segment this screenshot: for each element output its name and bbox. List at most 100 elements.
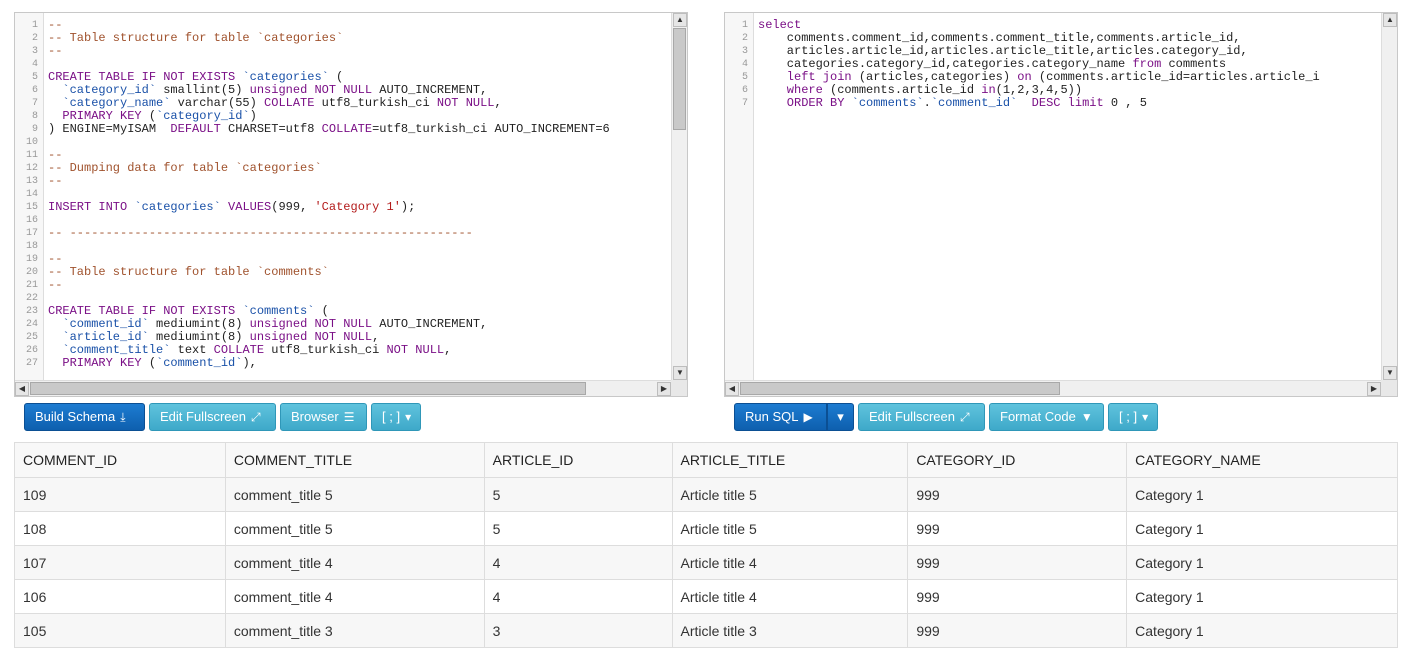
code-token: unsigned NOT NULL	[249, 83, 373, 97]
line-number: 5	[741, 72, 748, 83]
code-line[interactable]: 12 -- Dumping data for table `categories`	[15, 162, 671, 175]
line-number: 18	[25, 241, 38, 252]
scrollbar-thumb[interactable]	[30, 382, 586, 395]
code-token: -- -------------------------------------…	[48, 226, 473, 240]
scrollbar-corner	[671, 380, 687, 396]
scrollbar-thumb[interactable]	[673, 28, 686, 130]
line-number: 23	[25, 306, 38, 317]
code-token: (999,	[271, 200, 315, 214]
code-token: ),	[242, 356, 257, 370]
table-cell: 3	[483, 613, 673, 648]
vertical-scrollbar[interactable]: ▲ ▼	[671, 13, 687, 380]
code-token: CHARSET=utf8	[220, 122, 322, 136]
scroll-up-arrow-icon[interactable]: ▲	[1383, 13, 1397, 27]
play-icon: ▶	[803, 410, 813, 424]
run-sql-label: Run SQL	[745, 409, 799, 424]
table-cell: Article title 3	[671, 613, 909, 648]
code-token: PRIMARY KEY	[48, 356, 142, 370]
scrollbar-thumb[interactable]	[740, 382, 1060, 395]
code-token: smallint(5)	[156, 83, 250, 97]
code-token: comments.comment_id,comments.comment_tit…	[758, 31, 1241, 45]
code-token: (articles,categories)	[851, 70, 1018, 84]
line-number: 19	[25, 254, 38, 265]
code-token: DEFAULT	[170, 122, 221, 136]
table-cell: 999	[907, 545, 1128, 580]
code-text: -- Table structure for table `comments`	[48, 266, 329, 279]
table-cell: 106	[14, 579, 226, 614]
code-token: =utf8_turkish_ci AUTO_INCREMENT=6	[372, 122, 610, 136]
code-line[interactable]: 20 -- Table structure for table `comments…	[15, 266, 671, 279]
code-text: --	[48, 279, 62, 292]
query-code-area[interactable]: 1 select 2 comments.comment_id,comments.co…	[725, 13, 1381, 380]
vertical-scrollbar[interactable]: ▲ ▼	[1381, 13, 1397, 380]
code-text: --	[48, 175, 62, 188]
code-text: ) ENGINE=MyISAM DEFAULT CHARSET=utf8 COL…	[48, 123, 610, 136]
code-line[interactable]: 10	[15, 136, 671, 149]
code-token: utf8_turkish_ci	[264, 343, 387, 357]
delimiter-dropdown-button[interactable]: [ ; ] ▾	[1108, 403, 1158, 431]
code-text: -- -------------------------------------…	[48, 227, 473, 240]
code-token: `comment_title`	[48, 343, 171, 357]
column-header: ARTICLE_ID	[483, 442, 673, 478]
code-token: `comment_id`	[48, 317, 149, 331]
code-token: --	[48, 44, 63, 58]
horizontal-scrollbar[interactable]: ◀ ▶	[725, 380, 1381, 396]
line-number: 2	[741, 33, 748, 44]
scroll-left-arrow-icon[interactable]: ◀	[725, 382, 739, 396]
schema-code-area[interactable]: 1 -- 2 -- Table structure for table `catego…	[15, 13, 671, 380]
code-line[interactable]: 17 -- -----------------------------------…	[15, 227, 671, 240]
scroll-up-arrow-icon[interactable]: ▲	[673, 13, 687, 27]
browser-button[interactable]: Browser ☰	[280, 403, 367, 431]
table-cell: comment_title 5	[224, 511, 485, 546]
scroll-right-arrow-icon[interactable]: ▶	[1367, 382, 1381, 396]
schema-editor[interactable]: 1 -- 2 -- Table structure for table `catego…	[14, 12, 688, 397]
table-cell: Category 1	[1126, 613, 1398, 648]
build-schema-button[interactable]: Build Schema ⤓	[24, 403, 145, 431]
delimiter-dropdown-button[interactable]: [ ; ] ▾	[371, 403, 421, 431]
scroll-down-arrow-icon[interactable]: ▼	[673, 366, 687, 380]
code-token: --	[48, 174, 63, 188]
results-table: COMMENT_ID COMMENT_TITLE ARTICLE_ID ARTI…	[14, 442, 1398, 648]
line-number: 4	[741, 59, 748, 70]
caret-down-icon: ▾	[405, 410, 412, 424]
code-line[interactable]: 9) ENGINE=MyISAM DEFAULT CHARSET=utf8 CO…	[15, 123, 671, 136]
code-token: `category_id`	[156, 109, 250, 123]
code-line[interactable]: 7 ORDER BY `comments`.`comment_id` DESC …	[725, 97, 1381, 110]
scroll-left-arrow-icon[interactable]: ◀	[15, 382, 29, 396]
code-line[interactable]: 27 PRIMARY KEY (`comment_id`),	[15, 357, 671, 370]
filter-icon: ▼	[1080, 410, 1093, 424]
code-line[interactable]: 21 --	[15, 279, 671, 292]
run-sql-dropdown-button[interactable]: ▾	[827, 403, 854, 431]
code-line[interactable]: 13 --	[15, 175, 671, 188]
column-header: CATEGORY_ID	[907, 442, 1128, 478]
code-token: `comment_id`	[156, 356, 243, 370]
query-editor[interactable]: 1 select 2 comments.comment_id,comments.co…	[724, 12, 1398, 397]
line-number: 16	[25, 215, 38, 226]
code-token: ,	[372, 330, 380, 344]
code-line[interactable]: 3 --	[15, 45, 671, 58]
code-line[interactable]: 18	[15, 240, 671, 253]
table-cell: comment_title 4	[224, 545, 485, 580]
run-sql-button[interactable]: Run SQL ▶	[734, 403, 827, 431]
code-token: COLLATE	[264, 96, 315, 110]
code-line[interactable]: 2 -- Table structure for table `categorie…	[15, 32, 671, 45]
caret-down-icon: ▾	[1142, 410, 1149, 424]
edit-fullscreen-button[interactable]: Edit Fullscreen ⤢	[858, 403, 985, 431]
edit-fullscreen-button[interactable]: Edit Fullscreen ⤢	[149, 403, 276, 431]
code-token: -- Table structure for table `comments`	[48, 265, 329, 279]
table-row: 109 comment_title 5 5 Article title 5 99…	[14, 477, 1398, 512]
code-token: PRIMARY KEY	[48, 109, 142, 123]
line-number: 2	[31, 33, 38, 44]
line-number: 24	[25, 319, 38, 330]
table-cell: comment_title 3	[224, 613, 485, 648]
scroll-right-arrow-icon[interactable]: ▶	[657, 382, 671, 396]
scroll-down-arrow-icon[interactable]: ▼	[1383, 366, 1397, 380]
table-header-row: COMMENT_ID COMMENT_TITLE ARTICLE_ID ARTI…	[14, 442, 1398, 478]
format-code-button[interactable]: Format Code ▼	[989, 403, 1104, 431]
line-number: 15	[25, 202, 38, 213]
code-line[interactable]: 15 INSERT INTO `categories` VALUES(999, '…	[15, 201, 671, 214]
horizontal-scrollbar[interactable]: ◀ ▶	[15, 380, 671, 396]
line-number: 21	[25, 280, 38, 291]
code-token: COLLATE	[213, 343, 265, 357]
